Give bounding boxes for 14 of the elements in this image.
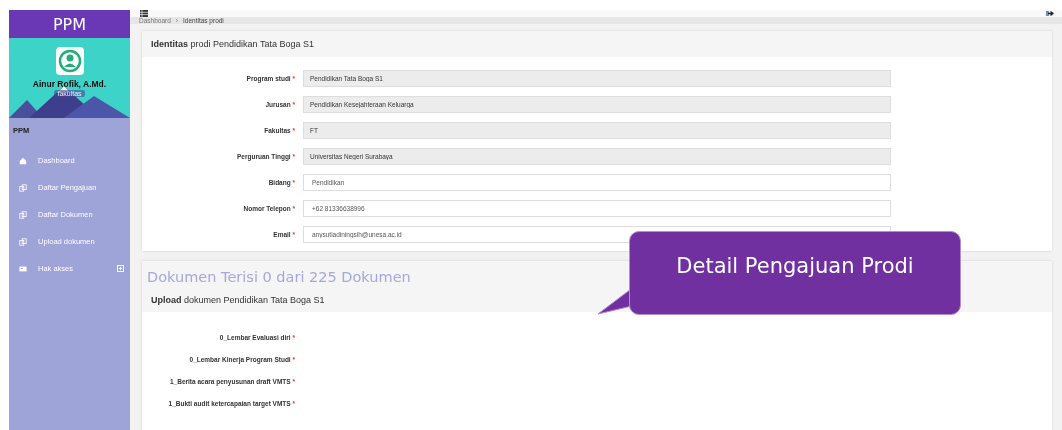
documents-count-heading: Dokumen Terisi 0 dari 225 Dokumen <box>147 269 411 285</box>
user-name: Ainur Rofik, A.Md. <box>32 79 107 89</box>
home-icon <box>19 156 27 165</box>
card-icon <box>19 264 27 273</box>
user-avatar-icon <box>55 47 84 75</box>
card-title: Identitas prodi Pendidikan Tata Boga S1 <box>151 39 314 49</box>
brand-title: PPM <box>9 10 130 38</box>
logout-icon[interactable] <box>1046 10 1054 17</box>
copy-icon <box>19 237 27 246</box>
callout-tooltip: Detail Pengajuan Prodi <box>597 231 961 315</box>
card-title: Upload dokumen Pendidikan Tata Boga S1 <box>151 295 325 305</box>
copy-icon <box>19 183 27 192</box>
copy-icon <box>19 210 27 219</box>
menu-icon[interactable] <box>140 10 148 17</box>
